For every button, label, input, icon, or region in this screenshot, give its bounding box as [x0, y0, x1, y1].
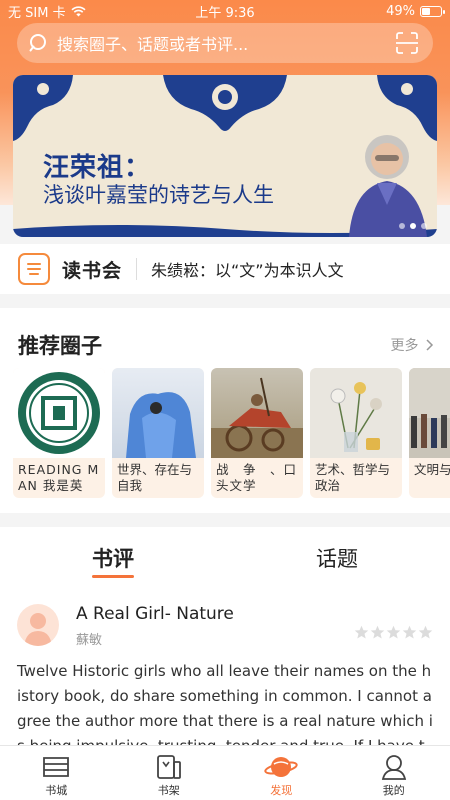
divider — [136, 258, 138, 280]
scan-icon[interactable] — [395, 32, 419, 54]
tab-bookstore[interactable]: 书城 — [0, 746, 113, 800]
more-link[interactable]: 更多 — [391, 335, 434, 355]
status-left: 无 SIM 卡 — [8, 2, 158, 21]
tab-reviews[interactable]: 书评 — [92, 543, 134, 573]
tab-profile[interactable]: 我的 — [338, 746, 450, 800]
book-club-headline[interactable]: 朱绩崧：以“文”为本识人文 — [151, 257, 344, 281]
review-author[interactable]: 蘇敏 — [76, 629, 102, 648]
review-body[interactable]: Twelve Historic girls who all leave thei… — [17, 659, 433, 745]
battery-percent: 49% — [386, 3, 415, 19]
review-title[interactable]: A Real Girl- Nature — [76, 604, 234, 624]
active-tab-indicator — [92, 575, 134, 578]
battery-fill — [422, 7, 430, 15]
street-crowd-image — [409, 368, 450, 458]
book-club-strip[interactable]: 读书会 朱绩崧：以“文”为本识人文 — [0, 244, 450, 294]
tab-label: 我的 — [382, 784, 405, 797]
tab-discover[interactable]: 发现 — [225, 746, 338, 800]
circle-card[interactable]: 世界、存在与自我 — [112, 368, 204, 498]
book-club-icon — [18, 253, 50, 285]
default-avatar-icon — [24, 613, 52, 646]
banner-pagination — [399, 223, 427, 229]
wifi-icon — [71, 5, 86, 16]
circle-label: 世界、存在与自我 — [117, 462, 193, 493]
bottom-tab-bar: 书城 书架 发现 我的 — [0, 745, 450, 800]
rating-stars — [354, 625, 433, 640]
search-input[interactable]: 搜索圈子、话题或者书评... — [57, 31, 395, 55]
promo-banner[interactable]: 汪荣祖： 浅谈叶嘉莹的诗艺与人生 — [13, 75, 437, 237]
feed-section: 书评 话题 A Real Girl- Nature 蘇敏 Twelve Hist… — [0, 527, 450, 745]
banner-subtitle: 浅谈叶嘉莹的诗艺与人生 — [43, 183, 274, 207]
circle-label: 文明与不 — [414, 462, 450, 477]
bookshelf-icon — [156, 755, 181, 779]
star-icon — [354, 625, 369, 639]
book-club-name: 读书会 — [62, 259, 123, 282]
battery-icon — [420, 5, 445, 17]
university-seal-image — [13, 368, 105, 458]
bookstore-icon — [43, 757, 70, 777]
chevron-right-icon — [426, 339, 434, 351]
star-icon — [386, 625, 401, 639]
status-right: 49% — [292, 3, 445, 19]
circle-card[interactable]: READING MAN 我是英 — [13, 368, 105, 498]
discover-planet-icon — [264, 757, 298, 777]
profile-icon — [381, 755, 406, 780]
tab-bookshelf[interactable]: 书架 — [113, 746, 226, 800]
status-bar: 无 SIM 卡 上午 9:36 49% — [0, 0, 450, 22]
circle-card[interactable]: 艺术、哲学与政治 — [310, 368, 402, 498]
circle-label: READING MAN 我是英 — [18, 462, 100, 493]
star-icon — [402, 625, 417, 639]
circle-label: 艺术、哲学与政治 — [315, 462, 391, 493]
star-icon — [418, 625, 433, 639]
recommended-circles: 推荐圈子 更多 READING MAN 我是英 世界、存在与自我 战 争 、口头… — [0, 308, 450, 513]
search-bar[interactable]: 搜索圈子、话题或者书评... — [17, 23, 433, 63]
tab-label: 书城 — [45, 784, 68, 797]
avatar[interactable] — [17, 604, 59, 646]
ice-sculpture-image — [112, 368, 204, 458]
circle-label: 战 争 、口头文学 — [216, 462, 298, 493]
tab-label: 发现 — [270, 784, 293, 797]
banner-dot[interactable] — [421, 223, 427, 229]
clock: 上午 9:36 — [195, 5, 255, 21]
section-title: 推荐圈子 — [18, 334, 102, 358]
banner-dot[interactable] — [410, 223, 416, 229]
circle-card[interactable]: 战 争 、口头文学 — [211, 368, 303, 498]
carrier-label: 无 SIM 卡 — [8, 5, 66, 21]
more-label: 更多 — [390, 338, 419, 354]
star-icon — [370, 625, 385, 639]
circle-card[interactable]: 文明与不 — [409, 368, 450, 498]
tab-label: 书架 — [157, 784, 180, 797]
banner-dot[interactable] — [399, 223, 405, 229]
battle-painting-image — [211, 368, 303, 458]
flower-still-life-image — [310, 368, 402, 458]
tab-topics[interactable]: 话题 — [316, 543, 358, 573]
search-icon — [29, 34, 46, 52]
